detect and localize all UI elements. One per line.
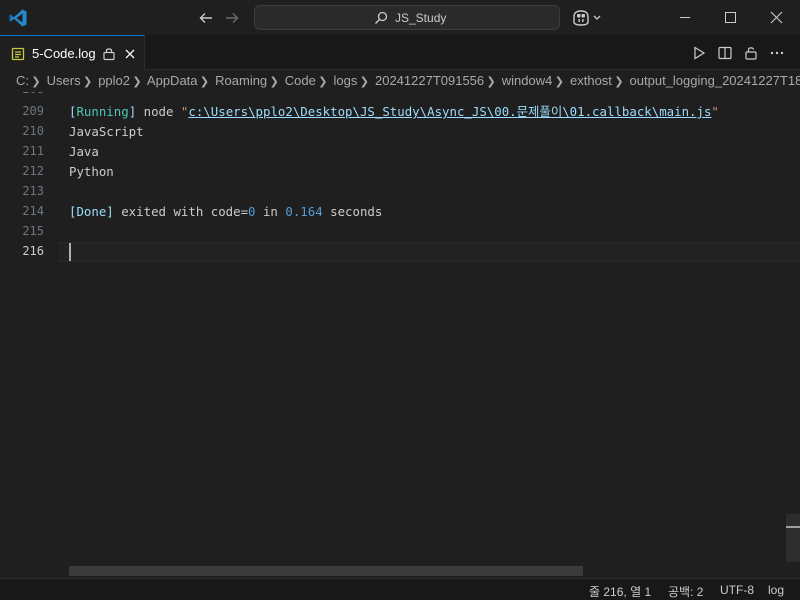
log-line-done: [Done] exited with code=0 in 0.164 secon…: [69, 204, 383, 219]
line-number: 212: [22, 164, 44, 178]
line-number: 215: [22, 224, 44, 238]
run-icon[interactable]: [691, 45, 707, 61]
close-tab-icon[interactable]: [123, 47, 137, 61]
line-number-gutter: 208 209 210 211 212 213 214 215 216: [0, 92, 58, 578]
breadcrumb-item[interactable]: output_logging_20241227T185728: [630, 73, 800, 88]
chevron-right-icon: ❯: [486, 76, 496, 88]
copilot-menu[interactable]: [571, 8, 605, 28]
line-number: 210: [22, 124, 44, 138]
breadcrumb-item[interactable]: exthost: [570, 73, 612, 88]
line-number: 214: [22, 204, 44, 218]
editor-area[interactable]: 208 209 210 211 212 213 214 215 216 [Run…: [0, 92, 800, 578]
vscode-logo-icon[interactable]: [8, 8, 28, 28]
encoding-setting[interactable]: UTF-8: [720, 583, 754, 597]
indentation-setting[interactable]: 공백: 2: [668, 583, 703, 600]
breadcrumb-item[interactable]: C:: [16, 73, 29, 88]
cursor-position[interactable]: 줄 216, 열 1: [589, 583, 651, 600]
chevron-right-icon: ❯: [31, 76, 41, 88]
text-cursor: [69, 243, 71, 261]
log-line: JavaScript: [69, 124, 144, 139]
breadcrumb-item[interactable]: AppData: [147, 73, 198, 88]
close-window-button[interactable]: [754, 0, 800, 35]
breadcrumb-item[interactable]: Users: [47, 73, 81, 88]
log-line: Java: [69, 144, 99, 159]
breadcrumb-item[interactable]: Roaming: [215, 73, 267, 88]
chevron-right-icon: ❯: [614, 76, 624, 88]
log-line-running: [Running] node "c:\Users\pplo2\Desktop\J…: [69, 104, 719, 119]
chevron-right-icon: ❯: [269, 76, 279, 88]
minimize-button[interactable]: [662, 0, 708, 35]
line-number-active: 216: [22, 244, 44, 258]
tab-5-code-log[interactable]: 5-Code.log: [0, 35, 145, 70]
file-path-link[interactable]: c:\Users\pplo2\Desktop\JS_Study\Async_JS…: [188, 104, 711, 119]
search-icon: [375, 11, 388, 24]
line-number: 209: [22, 104, 44, 118]
chevron-right-icon: ❯: [82, 76, 93, 88]
log-file-icon: [11, 47, 25, 61]
language-mode[interactable]: log: [768, 583, 784, 597]
code-content: [Running] node "c:\Users\pplo2\Desktop\J…: [69, 92, 800, 578]
breadcrumb: C: ❯ Users ❯ pplo2 ❯ AppData ❯ Roaming ❯ Code…: [0, 70, 800, 92]
tab-label: 5-Code.log: [32, 46, 96, 61]
forward-arrow-icon[interactable]: [222, 8, 242, 28]
breadcrumb-item[interactable]: pplo2: [98, 73, 130, 88]
unlock-icon[interactable]: [743, 45, 759, 61]
title-bar: JS_Study: [0, 0, 800, 35]
breadcrumb-item[interactable]: logs: [334, 73, 358, 88]
chevron-right-icon: ❯: [199, 76, 210, 88]
split-editor-icon[interactable]: [717, 45, 733, 61]
horizontal-scrollbar-thumb[interactable]: [69, 566, 583, 576]
chevron-right-icon: ❯: [554, 76, 564, 88]
log-line: Python: [69, 164, 114, 179]
status-bar: 줄 216, 열 1 공백: 2 UTF-8 log: [0, 578, 800, 600]
more-actions-icon[interactable]: [769, 45, 785, 61]
breadcrumb-item[interactable]: Code: [285, 73, 316, 88]
vertical-scrollbar-thumb[interactable]: [786, 514, 800, 562]
command-center-search[interactable]: JS_Study: [254, 5, 560, 30]
chevron-right-icon: ❯: [132, 76, 142, 88]
back-arrow-icon[interactable]: [196, 8, 216, 28]
chevron-right-icon: ❯: [318, 76, 328, 88]
command-center-text: JS_Study: [395, 11, 447, 25]
scrollbar-cursor-marker: [786, 526, 800, 528]
line-number: 213: [22, 184, 44, 198]
maximize-button[interactable]: [708, 0, 754, 35]
lock-icon: [103, 48, 115, 61]
chevron-right-icon: ❯: [359, 76, 369, 88]
copilot-icon: [573, 10, 601, 26]
tab-bar: 5-Code.log: [0, 35, 800, 70]
breadcrumb-item[interactable]: window4: [502, 73, 553, 88]
line-number: 208: [4, 92, 44, 96]
breadcrumb-item[interactable]: 20241227T091556: [375, 73, 484, 88]
line-number: 211: [22, 144, 44, 158]
